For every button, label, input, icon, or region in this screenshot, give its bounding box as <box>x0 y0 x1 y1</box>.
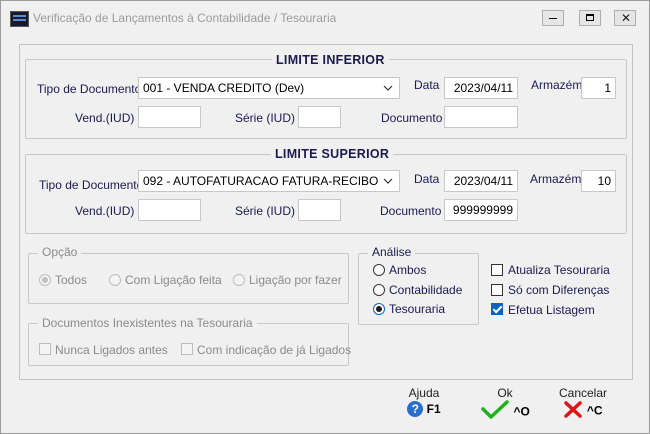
radio-tesouraria[interactable] <box>373 303 385 315</box>
close-button[interactable]: ✕ <box>614 10 636 26</box>
armazem-label: Armazém <box>531 78 583 92</box>
documentos-inexistentes-legend: Documentos Inexistentes na Tesouraria <box>38 316 257 330</box>
minimize-icon <box>549 18 557 19</box>
efetua-listagem-checkbox[interactable] <box>491 303 503 315</box>
cancelar-label: Cancelar <box>558 386 608 400</box>
ok-label: Ok <box>497 386 513 400</box>
so-com-diferencas-label: Só com Diferenças <box>508 283 610 297</box>
serie-inferior-input[interactable] <box>298 106 341 128</box>
tipo-documento-inferior-value: 001 - VENDA CREDITO (Dev) <box>143 81 305 95</box>
minimize-button[interactable] <box>542 10 564 26</box>
efetua-listagem-label: Efetua Listagem <box>508 303 595 317</box>
cancel-x-icon <box>563 400 583 421</box>
documento-superior-input[interactable]: 999999999 <box>444 199 518 221</box>
chevron-down-icon <box>383 82 393 96</box>
nunca-ligados-checkbox[interactable] <box>39 343 51 355</box>
radio-todos[interactable] <box>39 274 51 286</box>
com-indicacao-label: Com indicação de já Ligados <box>197 343 352 357</box>
opcao-legend: Opção <box>38 245 82 259</box>
radio-todos-label: Todos <box>55 273 88 287</box>
tipo-documento-superior-value: 092 - AUTOFATURACAO FATURA-RECIBO <box>143 174 379 188</box>
armazem-label: Armazém <box>530 172 582 186</box>
nunca-ligados-label: Nunca Ligados antes <box>55 343 168 357</box>
so-com-diferencas-checkbox[interactable] <box>491 284 503 296</box>
ok-key: ^O <box>513 404 530 419</box>
radio-ligacao-por-fazer-label: Ligação por fazer <box>249 273 342 287</box>
checkmark-icon <box>480 400 510 423</box>
data-superior-input[interactable]: 2023/04/11 <box>444 170 518 192</box>
tipo-documento-label: Tipo de Documento <box>39 178 144 192</box>
documento-label: Documento <box>380 204 442 218</box>
data-inferior-input[interactable]: 2023/04/11 <box>444 77 518 99</box>
window-title: Verificação de Lançamentos à Contabilida… <box>33 11 337 25</box>
ok-button[interactable]: Ok ^O <box>475 386 535 423</box>
radio-contabilidade-label: Contabilidade <box>389 283 463 297</box>
main-panel: LIMITE INFERIOR Tipo de Documento 001 - … <box>19 44 633 380</box>
radio-com-ligacao-feita-label: Com Ligação feita <box>125 273 222 287</box>
maximize-icon <box>586 14 594 21</box>
cancelar-button[interactable]: Cancelar ^C <box>555 386 611 421</box>
documento-inferior-input[interactable] <box>444 106 518 128</box>
armazem-inferior-input[interactable]: 1 <box>581 77 616 99</box>
limite-inferior-header: LIMITE INFERIOR <box>272 53 389 67</box>
title-bar: Verificação de Lançamentos à Contabilida… <box>1 1 649 31</box>
serie-label: Série (IUD) <box>235 204 296 218</box>
analise-legend: Análise <box>368 245 416 259</box>
armazem-superior-input[interactable]: 10 <box>581 170 616 192</box>
tipo-documento-superior-select[interactable]: 092 - AUTOFATURACAO FATURA-RECIBO <box>138 170 400 192</box>
radio-tesouraria-label: Tesouraria <box>389 302 446 316</box>
chevron-down-icon <box>383 175 393 189</box>
data-label: Data <box>414 172 440 186</box>
documento-label: Documento <box>381 111 443 125</box>
tipo-documento-inferior-select[interactable]: 001 - VENDA CREDITO (Dev) <box>138 77 400 99</box>
radio-contabilidade[interactable] <box>373 284 385 296</box>
help-icon: ? <box>407 401 424 417</box>
maximize-button[interactable] <box>579 10 601 26</box>
vend-label: Vend.(IUD) <box>75 111 135 125</box>
atualiza-tesouraria-checkbox[interactable] <box>491 264 503 276</box>
limite-superior-header: LIMITE SUPERIOR <box>271 147 394 161</box>
vend-inferior-input[interactable] <box>138 106 201 128</box>
radio-ligacao-por-fazer[interactable] <box>233 274 245 286</box>
vend-superior-input[interactable] <box>138 199 201 221</box>
app-icon <box>10 11 29 27</box>
vend-label: Vend.(IUD) <box>75 204 135 218</box>
cancelar-key: ^C <box>586 403 603 418</box>
radio-ambos-label: Ambos <box>389 263 427 277</box>
ajuda-button[interactable]: Ajuda ? F1 <box>399 386 449 417</box>
data-label: Data <box>414 78 440 92</box>
limite-superior-group <box>25 154 627 234</box>
ajuda-label: Ajuda <box>408 386 440 400</box>
tipo-documento-label: Tipo de Documento <box>37 82 142 96</box>
serie-label: Série (IUD) <box>235 111 296 125</box>
radio-com-ligacao-feita[interactable] <box>109 274 121 286</box>
ajuda-key: F1 <box>426 402 441 416</box>
serie-superior-input[interactable] <box>298 199 341 221</box>
close-icon: ✕ <box>621 11 632 25</box>
com-indicacao-checkbox[interactable] <box>181 343 193 355</box>
dialog-window: Verificação de Lançamentos à Contabilida… <box>0 0 650 434</box>
atualiza-tesouraria-label: Atualiza Tesouraria <box>508 263 610 277</box>
radio-ambos[interactable] <box>373 264 385 276</box>
